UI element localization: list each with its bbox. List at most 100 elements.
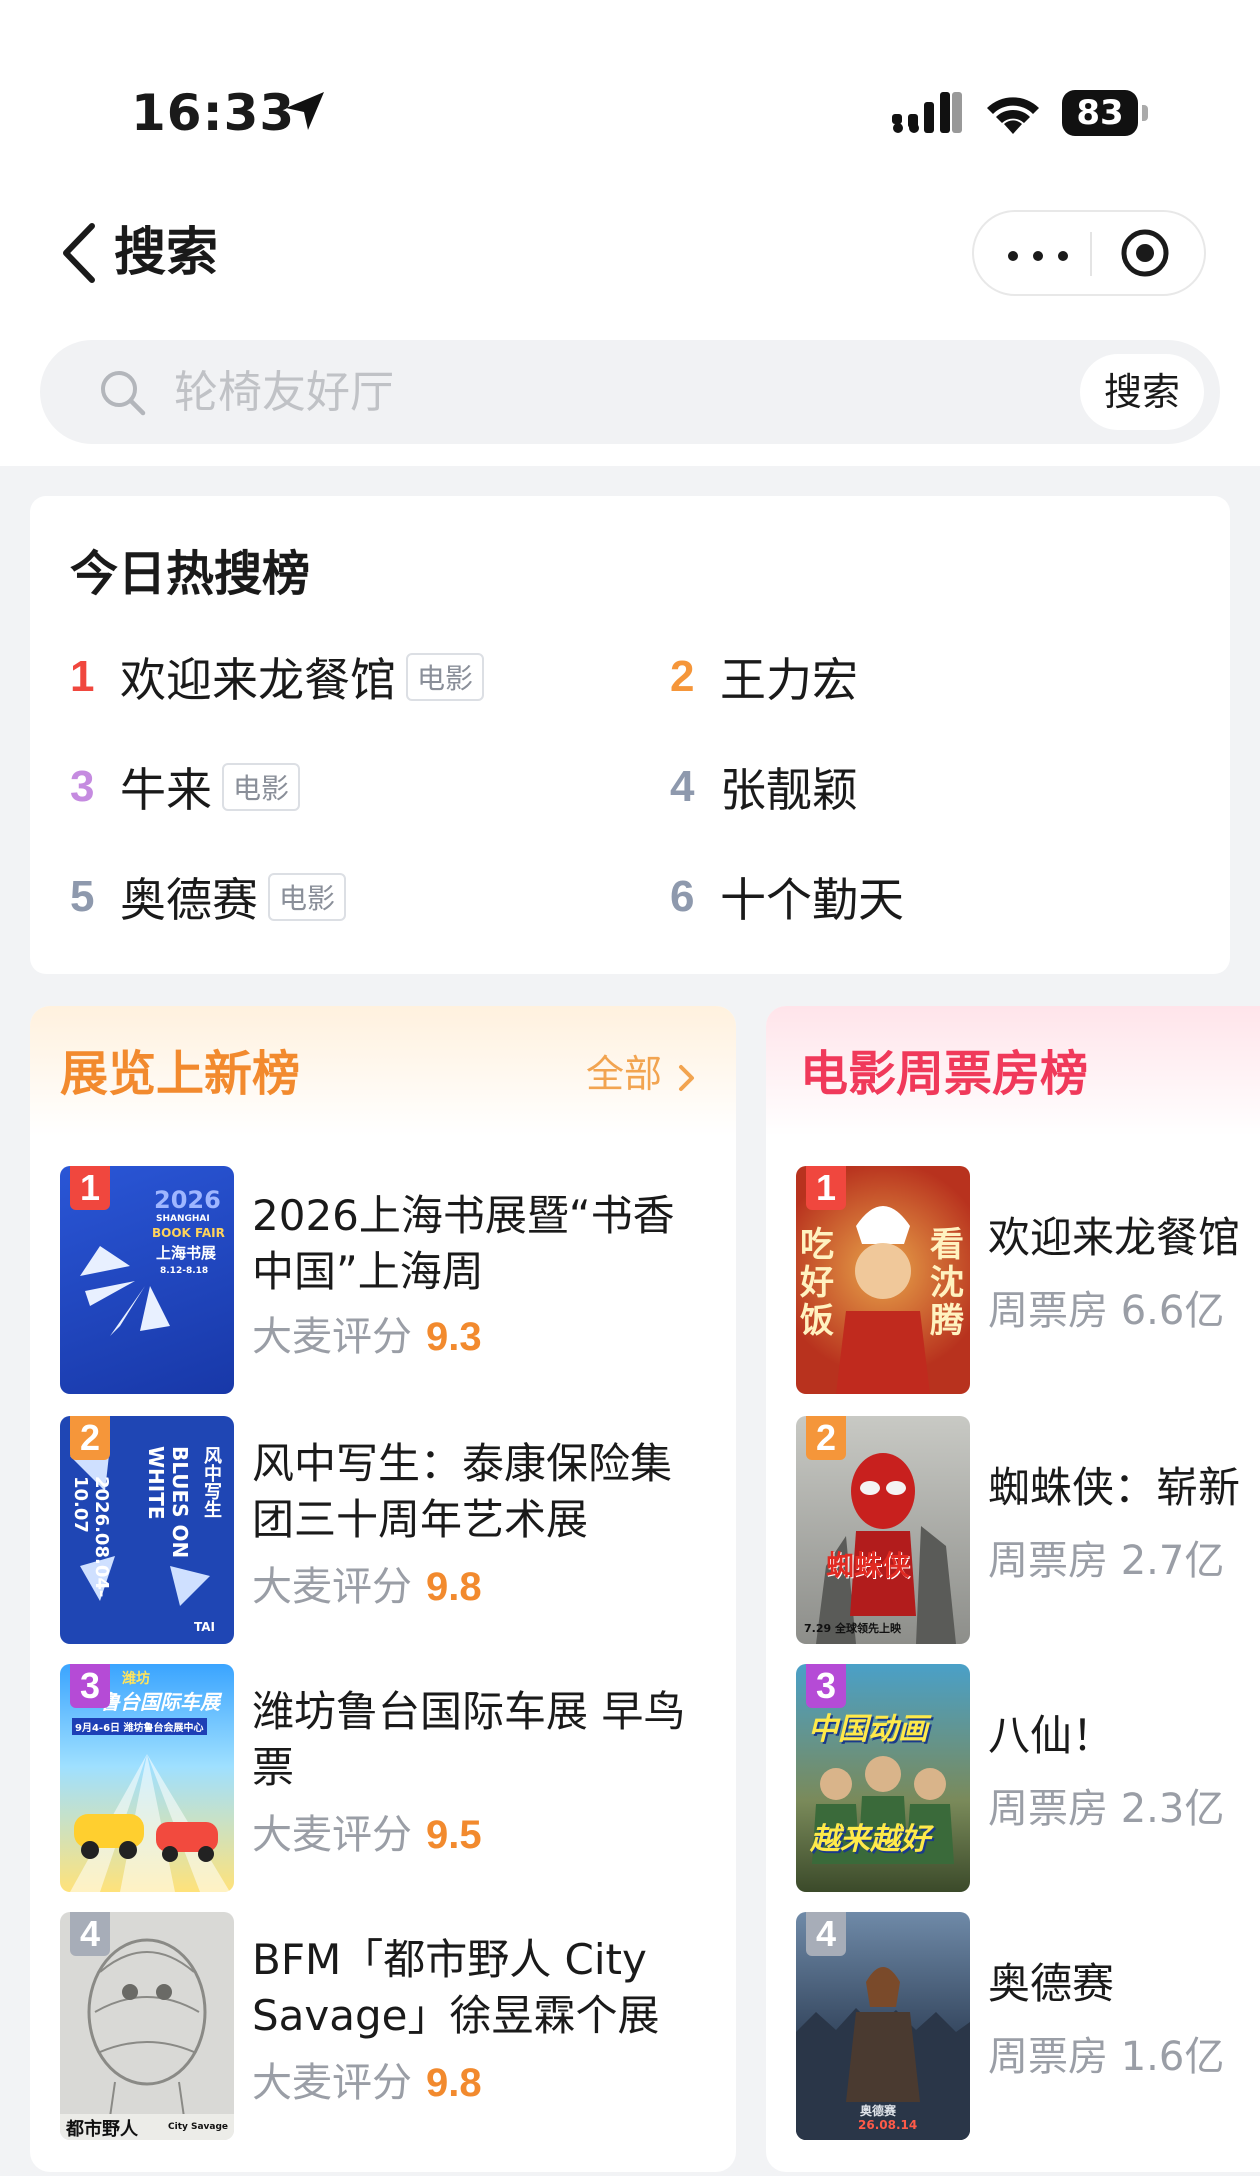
poster-text: City Savage: [168, 2122, 229, 2132]
score-value: 9.8: [426, 2061, 482, 2105]
search-input[interactable]: [174, 362, 1034, 422]
poster-text: TAI: [194, 1620, 216, 1634]
hot-rank: 6: [670, 872, 695, 921]
poster-text: BLUES ON WHITE: [144, 1446, 192, 1559]
exhibition-title: 2026上海书展暨“书香中国”上海周: [252, 1191, 675, 1296]
poster-text: 都市野人: [66, 2119, 138, 2140]
score-label: 大麦评分: [252, 1314, 412, 1360]
movie-item[interactable]: 奥德赛 26.08.14 4 奥德赛 周票房 1.6亿: [796, 1912, 1260, 2142]
battery-indicator: 83: [1062, 90, 1148, 136]
hot-name: 十个勤天: [720, 873, 904, 927]
movie-box-office: 周票房 2.3亿: [988, 1784, 1224, 1834]
search-icon: [101, 371, 146, 416]
score-label: 大麦评分: [252, 1564, 412, 1610]
hot-item-6[interactable]: 6 十个勤天: [670, 864, 904, 927]
category-tag: 电影: [222, 763, 301, 811]
poster-text: 26.08.14: [858, 2118, 918, 2132]
score-label: 大麦评分: [252, 1812, 412, 1858]
movie-title: 八仙！: [988, 1711, 1115, 1760]
movie-item[interactable]: 吃好饭 看沈腾 1 欢迎来龙餐馆 周票房 6.6亿: [796, 1166, 1260, 1396]
close-miniapp-icon[interactable]: [1120, 228, 1170, 278]
metric-label: 周票房: [988, 1786, 1108, 1832]
hot-item-4[interactable]: 4 张靓颖: [670, 754, 858, 817]
rank-badge: 1: [70, 1166, 110, 1210]
search-button[interactable]: 搜索: [1080, 354, 1204, 430]
rank-badge: 3: [806, 1664, 846, 1708]
hot-rank: 1: [70, 652, 95, 701]
rank-badge: 2: [70, 1416, 110, 1460]
hot-item-5[interactable]: 5 奥德赛 电影: [70, 864, 347, 927]
exhibition-title: 风中写生：泰康保险集团三十周年艺术展: [252, 1439, 673, 1544]
hot-rank: 3: [70, 762, 95, 811]
poster-text: 蜘蛛侠: [826, 1549, 911, 1582]
rank-badge: 3: [70, 1664, 110, 1708]
poster-text: 上海书展: [156, 1244, 217, 1262]
metric-label: 周票房: [988, 1288, 1108, 1334]
box-office-ranking-card: 电影周票房榜 吃好饭 看沈腾 1 欢迎来龙餐馆 周票房 6.6亿 蜘蛛侠 7.2…: [766, 1006, 1260, 2172]
movie-title: 蜘蛛侠：崭新: [988, 1463, 1241, 1512]
rank-badge: 2: [806, 1416, 846, 1460]
battery-level: 83: [1076, 93, 1124, 133]
hot-item-1[interactable]: 1 欢迎来龙餐馆 电影: [70, 644, 485, 707]
miniapp-capsule: [972, 210, 1206, 296]
status-time: 16:33: [131, 84, 296, 142]
rank-badge: 4: [70, 1912, 110, 1956]
wifi-icon: [987, 97, 1039, 134]
movie-item[interactable]: 蜘蛛侠 7.29 全球领先上映 2 蜘蛛侠：崭新 周票房 2.7亿: [796, 1416, 1260, 1646]
hot-search-title: 今日热搜榜: [70, 546, 311, 602]
score-value: 9.5: [426, 1813, 482, 1857]
hot-item-2[interactable]: 2 王力宏: [670, 644, 858, 707]
hot-name: 奥德赛: [120, 873, 258, 927]
poster-text: 中国动画: [808, 1712, 928, 1747]
exhibition-score: 大麦评分 9.5: [252, 1810, 482, 1860]
exhibition-item[interactable]: 2026 SHANGHAI BOOK FAIR 上海书展 8.12-8.18 1…: [60, 1166, 720, 1396]
category-tag: 电影: [406, 653, 485, 701]
movie-title: 欢迎来龙餐馆: [988, 1213, 1241, 1262]
score-label: 大麦评分: [252, 2060, 412, 2106]
view-all-link[interactable]: 全部: [586, 1046, 662, 1102]
exhibition-item[interactable]: 风中写生 BLUES ON WHITE 2026.08.04-10.07 TAI…: [60, 1416, 720, 1646]
chevron-right-icon[interactable]: [678, 1064, 696, 1092]
box-office-value: 1.6亿: [1120, 2034, 1225, 2080]
hot-search-card: 今日热搜榜 1 欢迎来龙餐馆 电影 2 王力宏 3 牛来 电影 4 张靓颖 5 奥德赛 电影 6…: [30, 496, 1230, 974]
poster-text: 7.29 全球领先上映: [804, 1622, 901, 1635]
poster-text: 风中写生: [201, 1446, 222, 1518]
hot-name: 王力宏: [720, 653, 858, 707]
movie-box-office: 周票房 6.6亿: [988, 1286, 1224, 1336]
page-title: 搜索: [114, 223, 219, 283]
exhibition-item[interactable]: 都市野人 City Savage 4 BFM「都市野人 City Savage」…: [60, 1912, 720, 2142]
cellular-signal-icon: [892, 92, 962, 133]
box-office-ranking-title: 电影周票房榜: [800, 1046, 1089, 1102]
box-office-value: 2.7亿: [1120, 1538, 1225, 1584]
exhibition-score: 大麦评分 9.3: [252, 1312, 482, 1362]
poster-text: 2026.08.04-10.07: [70, 1476, 112, 1598]
exhibition-ranking-title: 展览上新榜: [60, 1046, 301, 1102]
more-options-icon[interactable]: [1008, 251, 1068, 261]
exhibition-score: 大麦评分 9.8: [252, 2058, 482, 2108]
movie-item[interactable]: 中国动画 越来越好 3 八仙！ 周票房 2.3亿: [796, 1664, 1260, 1894]
search-bar: 搜索: [40, 340, 1220, 444]
hot-rank: 4: [670, 762, 695, 811]
movie-poster: 奥德赛 26.08.14 4: [796, 1912, 970, 2140]
metric-label: 周票房: [988, 1538, 1108, 1584]
exhibition-poster: 潍坊 鲁台国际车展 9月4-6日 潍坊鲁台会展中心 3: [60, 1664, 234, 1892]
movie-box-office: 周票房 1.6亿: [988, 2032, 1224, 2082]
hot-name: 张靓颖: [720, 763, 858, 817]
score-value: 9.8: [426, 1565, 482, 1609]
poster-text: 吃好饭: [800, 1225, 834, 1341]
exhibition-title: 潍坊鲁台国际车展 早鸟票: [252, 1687, 686, 1792]
exhibition-item[interactable]: 潍坊 鲁台国际车展 9月4-6日 潍坊鲁台会展中心 3 潍坊鲁台国际车展 早鸟票…: [60, 1664, 720, 1894]
back-chevron-icon[interactable]: [60, 222, 100, 284]
poster-text: 看沈腾: [930, 1225, 964, 1341]
poster-text: 鲁台国际车展: [100, 1690, 220, 1714]
movie-box-office: 周票房 2.7亿: [988, 1536, 1224, 1586]
category-tag: 电影: [268, 873, 347, 921]
header-area: 16:33 83 搜索 轮椅友好厅 搜索: [0, 0, 1260, 466]
poster-text: 潍坊: [122, 1671, 150, 1687]
exhibition-score: 大麦评分 9.8: [252, 1562, 482, 1612]
hot-name: 牛来: [120, 763, 212, 817]
poster-text: 越来越好: [810, 1822, 930, 1857]
score-value: 9.3: [426, 1315, 482, 1359]
hot-rank: 5: [70, 872, 95, 921]
hot-item-3[interactable]: 3 牛来 电影: [70, 754, 301, 817]
